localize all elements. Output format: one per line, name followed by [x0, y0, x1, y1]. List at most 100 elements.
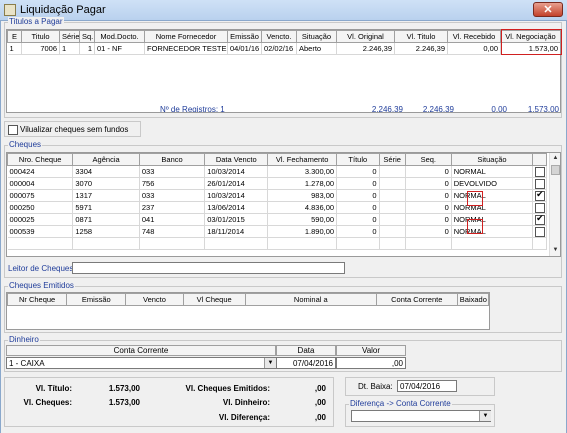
table-cell: 2.246,39: [336, 42, 395, 55]
dinheiro-data-input[interactable]: 07/04/2016: [276, 357, 336, 369]
emitidos-col-header[interactable]: Nr Cheque: [7, 293, 68, 306]
table-cell: [532, 225, 547, 238]
cheques-col-header[interactable]: Série: [378, 153, 406, 166]
row-checkbox[interactable]: [535, 226, 546, 237]
visualizar-checkbox[interactable]: [8, 125, 18, 135]
cheques-col-header[interactable]: Título: [336, 153, 380, 166]
titulos-col-header[interactable]: Vl. Original: [336, 30, 395, 43]
table-cell: 04/01/16: [227, 42, 262, 55]
table-row[interactable]: 1 7006 1 1 01 - NF FORNECEDOR TESTE 04/01/16 02…: [7, 42, 560, 55]
table-cell: [379, 201, 406, 214]
table-row[interactable]: 000250 5971 237 13/06/2014 4.836,00 0 0 NORMAL: [7, 201, 547, 214]
titulos-col-header[interactable]: Nome Fornecedor: [144, 30, 228, 43]
dinheiro-conta-value: 1 - CAIXA: [9, 359, 45, 368]
table-cell: 0: [405, 177, 452, 190]
table-row-empty: [7, 237, 547, 250]
titulos-col-header[interactable]: Titulo: [21, 30, 60, 43]
row-checkbox[interactable]: [535, 178, 546, 189]
table-cell: 000075: [7, 189, 74, 202]
window-title: Liquidação Pagar: [20, 4, 106, 16]
cheques-col-header[interactable]: Data Vencto: [204, 153, 269, 166]
table-cell: 0: [336, 225, 380, 238]
diferenca-conta-select[interactable]: ▼: [351, 410, 491, 422]
dinheiro-valor-input[interactable]: ,00: [336, 357, 406, 369]
table-row[interactable]: 000075 1317 033 10/03/2014 983,00 0 0 NORMAL: [7, 189, 547, 202]
table-cell: 1.890,00: [267, 225, 338, 238]
table-cell: 1: [59, 42, 80, 55]
emitidos-col-header[interactable]: Vencto: [125, 293, 184, 306]
table-cell: NORMAL: [451, 213, 534, 226]
table-row[interactable]: 000004 3070 756 26/01/2014 1.278,00 0 0 DEVOLVI…: [7, 177, 547, 190]
table-cell: [532, 213, 547, 226]
titulos-col-header[interactable]: Sq.: [79, 30, 95, 43]
table-cell: [532, 177, 547, 190]
table-cell: [532, 237, 547, 250]
dinheiro-conta-select[interactable]: 1 - CAIXA ▼: [6, 357, 276, 369]
table-cell: [336, 237, 380, 250]
emitidos-grid[interactable]: Nr Cheque Emissão Vencto Vl Cheque Nominal a…: [6, 292, 490, 330]
table-cell: [379, 165, 406, 178]
chevron-down-icon[interactable]: ▼: [479, 411, 491, 421]
row-checkbox[interactable]: [535, 214, 546, 225]
titulos-col-header[interactable]: E: [7, 30, 22, 43]
scroll-up-icon[interactable]: ▲: [550, 153, 560, 164]
row-checkbox[interactable]: [535, 190, 546, 201]
leitor-label: Leitor de Cheques:: [8, 264, 76, 273]
chevron-down-icon[interactable]: ▼: [264, 358, 276, 368]
table-cell: 02/02/16: [261, 42, 297, 55]
cheques-col-header[interactable]: Nro. Cheque: [7, 153, 74, 166]
titulos-grid[interactable]: E Titulo Série Sq. Mod.Docto. Nome Fornecedor…: [6, 29, 561, 113]
cheques-col-header[interactable]: Agência: [72, 153, 140, 166]
baixa-input[interactable]: 07/04/2016: [397, 380, 457, 392]
cheques-scrollbar[interactable]: ▲ ▼: [549, 153, 560, 256]
title-bar: Liquidação Pagar ✕: [0, 0, 567, 21]
close-button[interactable]: ✕: [533, 2, 563, 17]
scroll-thumb[interactable]: [551, 165, 560, 175]
cheques-col-header[interactable]: Situação: [450, 153, 534, 166]
row-checkbox[interactable]: [535, 202, 546, 213]
leitor-input[interactable]: [72, 262, 345, 274]
cheques-col-header[interactable]: Vl. Fechamento: [267, 153, 338, 166]
table-cell: 041: [139, 213, 206, 226]
emitidos-col-header[interactable]: Conta Corrente: [375, 293, 458, 306]
emitidos-col-header[interactable]: Nominal a: [244, 293, 377, 306]
cheques-col-header[interactable]: Banco: [138, 153, 206, 166]
emitidos-col-header[interactable]: Vl Cheque: [182, 293, 246, 306]
emitidos-group-label: Cheques Emitidos: [8, 281, 75, 290]
emitidos-col-header[interactable]: Baixado: [456, 293, 489, 306]
table-cell: 0: [336, 189, 380, 202]
cheques-col-header[interactable]: Seq.: [404, 153, 452, 166]
table-row[interactable]: 000424 3304 033 10/03/2014 3.300,00 0 0 NORMAL: [7, 165, 547, 178]
titulos-col-header[interactable]: Vl. Recebido: [447, 30, 501, 43]
table-cell: 748: [139, 225, 206, 238]
cheques-col-header[interactable]: [532, 153, 547, 166]
negociacao-highlight: [501, 29, 562, 55]
table-cell: 000539: [7, 225, 74, 238]
table-cell: 18/11/2014: [204, 225, 269, 238]
table-cell: 0: [405, 165, 452, 178]
table-row[interactable]: 000539 1258 748 18/11/2014 1.890,00 0 0 NORMAL: [7, 225, 547, 238]
row-checkbox[interactable]: [535, 166, 546, 177]
titulos-col-header[interactable]: Vl. Titulo: [394, 30, 448, 43]
table-cell: 983,00: [267, 189, 338, 202]
table-cell: 1: [79, 42, 95, 55]
table-cell: 7006: [21, 42, 60, 55]
titulos-col-header[interactable]: Emissão: [227, 30, 262, 43]
baixa-label: Dt. Baixa:: [358, 382, 393, 391]
footer-vl-original: 2.246,39: [371, 105, 403, 113]
table-cell: 0,00: [447, 42, 501, 55]
titulos-col-header[interactable]: Mod.Docto.: [94, 30, 145, 43]
scroll-down-icon[interactable]: ▼: [550, 245, 560, 256]
table-cell: Aberto: [296, 42, 337, 55]
titulos-col-header[interactable]: Situação: [296, 30, 337, 43]
titulos-col-header[interactable]: Série: [59, 30, 80, 43]
table-cell: [7, 237, 74, 250]
dinheiro-group-label: Dinheiro: [8, 335, 40, 344]
table-cell: [72, 237, 140, 250]
table-row[interactable]: 000025 0871 041 03/01/2015 590,00 0 0 NORMAL: [7, 213, 547, 226]
emitidos-col-header[interactable]: Emissão: [66, 293, 127, 306]
titulos-col-header[interactable]: Vencto.: [261, 30, 297, 43]
dinheiro-grid[interactable]: Conta Corrente Data Valor 1 - CAIXA ▼ 07…: [6, 345, 406, 369]
table-cell: [532, 201, 547, 214]
table-cell: 000424: [7, 165, 74, 178]
